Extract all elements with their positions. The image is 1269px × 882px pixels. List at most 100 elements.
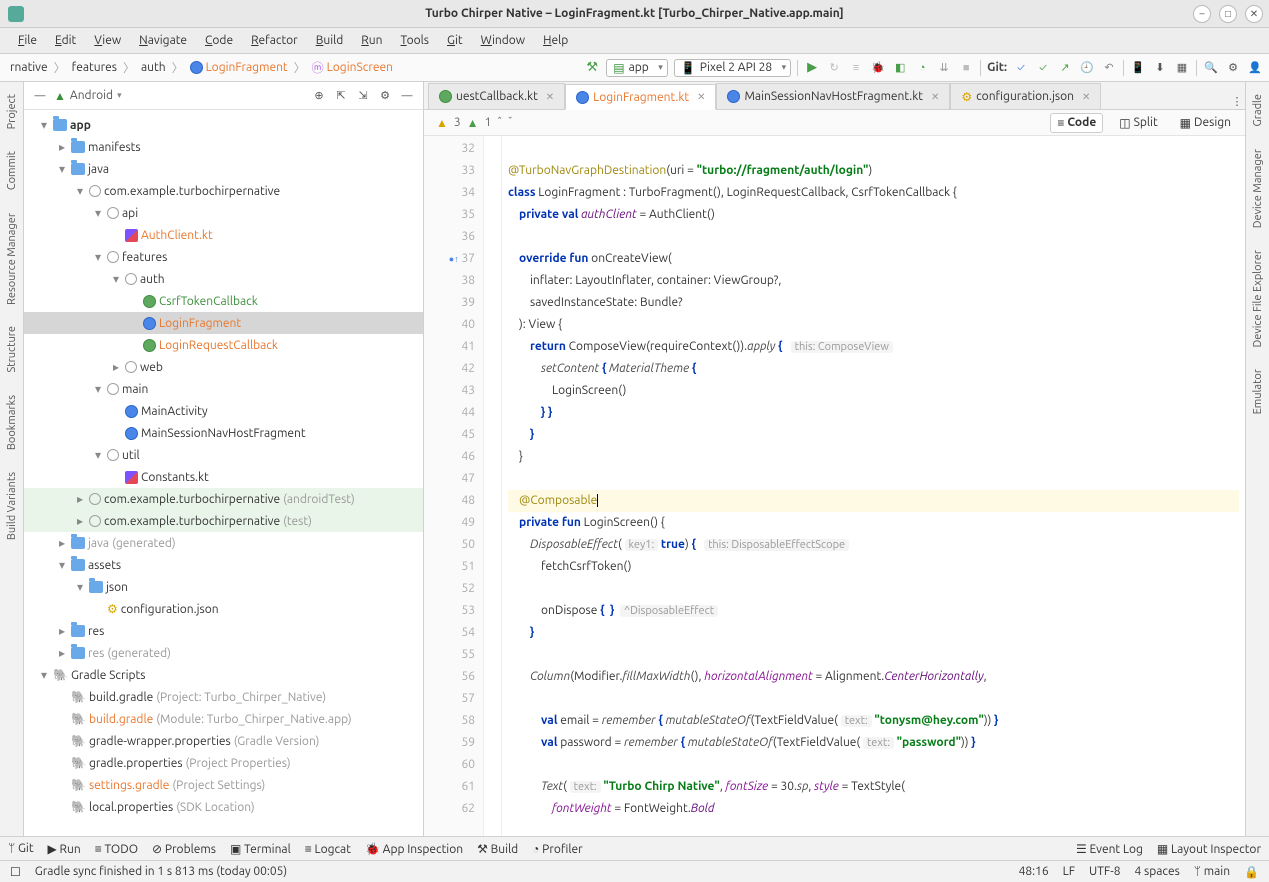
tree-node[interactable]: 🐘 gradle.properties (Project Properties) [24,752,423,774]
attach-debugger-icon[interactable]: ⇊ [936,60,952,76]
tree-node[interactable]: ▾ features [24,246,423,268]
run-config-selector[interactable]: ▤ app [606,59,668,77]
tree-node[interactable]: LoginFragment [24,312,423,334]
tool-resource-manager[interactable]: Resource Manager [6,209,18,309]
vcs-rollback-icon[interactable]: ↶ [1101,60,1117,76]
inspection-widget[interactable]: ▲3 ▲1 ˆ ˇ [436,116,512,130]
menu-view[interactable]: View [86,32,129,49]
tool-profiler[interactable]: ◔ Profiler [532,842,583,856]
menu-edit[interactable]: Edit [47,32,84,49]
debug-icon[interactable]: 🐞 [870,60,886,76]
settings-icon[interactable]: ⚙ [377,88,393,104]
code-editor[interactable]: @TurboNavGraphDestination(uri = "turbo:/… [502,136,1245,836]
indent[interactable]: 4 spaces [1135,865,1180,878]
stop-icon[interactable]: ■ [958,60,974,76]
close-tab-icon[interactable]: ✕ [931,91,939,103]
tool-device-file-explorer[interactable]: Device File Explorer [1252,246,1264,351]
tool-structure[interactable]: Structure [6,322,18,377]
tree-node[interactable]: AuthClient.kt [24,224,423,246]
select-opened-file-icon[interactable]: ⊕ [311,88,327,104]
tree-node[interactable]: ▸ web [24,356,423,378]
breadcrumb-LoginScreen[interactable]: ⓜLoginScreen [308,57,397,78]
tree-node[interactable]: ▸ com.example.turbochirpernative (test) [24,510,423,532]
device-selector[interactable]: 📱 Pixel 2 API 28 [674,59,791,77]
user-icon[interactable]: 👤 [1247,60,1263,76]
sdk-manager-icon[interactable]: ⬇ [1152,60,1168,76]
tree-node[interactable]: 🐘 settings.gradle (Project Settings) [24,774,423,796]
tool-project[interactable]: Project [6,90,18,133]
minimize-button[interactable]: – [1193,5,1211,23]
tree-node[interactable]: 🐘 build.gradle (Module: Turbo_Chirper_Na… [24,708,423,730]
tree-node[interactable]: ▾ app [24,114,423,136]
git-branch[interactable]: ᛘ main [1194,865,1230,878]
profile-icon[interactable]: ◔ [914,60,930,76]
tree-node[interactable]: ▾ assets [24,554,423,576]
down-icon[interactable]: ˇ [508,116,513,129]
split-view-button[interactable]: ◫Split [1113,114,1163,132]
tree-node[interactable]: 🐘 local.properties (SDK Location) [24,796,423,818]
tree-node[interactable]: ▾ util [24,444,423,466]
tab-options-icon[interactable]: ⋮ [1229,93,1245,109]
tree-node[interactable]: MainActivity [24,400,423,422]
tool-todo[interactable]: ≡ TODO [95,842,138,856]
tree-node[interactable]: CsrfTokenCallback [24,290,423,312]
avd-manager-icon[interactable]: 📱 [1130,60,1146,76]
tree-node[interactable]: ⚙ configuration.json [24,598,423,620]
tree-node[interactable]: ▸ manifests [24,136,423,158]
search-everywhere-icon[interactable]: 🔍 [1203,60,1219,76]
close-tab-icon[interactable]: ✕ [546,91,554,103]
close-tab-icon[interactable]: ✕ [1082,91,1090,103]
gutter[interactable]: 3233343536●↑ 373839404142434445464748495… [424,136,484,836]
breadcrumb-features[interactable]: features [68,59,121,76]
menu-tools[interactable]: Tools [393,32,438,49]
tool-device-manager[interactable]: Device Manager [1252,145,1264,232]
editor-tab[interactable]: LoginFragment.kt✕ [565,84,716,110]
breadcrumb-rnative[interactable]: rnative [6,59,52,76]
tree-node[interactable]: 🐘 gradle-wrapper.properties (Gradle Vers… [24,730,423,752]
vcs-history-icon[interactable]: 🕘 [1079,60,1095,76]
fold-strip[interactable] [484,136,502,836]
tree-node[interactable]: ▾ main [24,378,423,400]
code-view-button[interactable]: ≡Code [1050,113,1103,133]
coverage-icon[interactable]: ◧ [892,60,908,76]
maximize-button[interactable]: □ [1219,5,1237,23]
tool-logcat[interactable]: ≡ Logcat [305,842,351,856]
tool-git[interactable]: ᛘ Git [8,842,34,855]
tool-layout-inspector[interactable]: ▦ Layout Inspector [1157,842,1261,856]
resource-manager-icon[interactable]: ▦ [1174,60,1190,76]
design-view-button[interactable]: ▦Design [1174,114,1237,132]
editor-tab[interactable]: MainSessionNavHostFragment.kt✕ [716,83,950,109]
close-button[interactable]: ✕ [1245,5,1263,23]
editor-tab[interactable]: ⚙configuration.json✕ [950,83,1101,109]
breadcrumb-LoginFragment[interactable]: LoginFragment [186,59,292,76]
tree-node[interactable]: LoginRequestCallback [24,334,423,356]
tool-commit[interactable]: Commit [6,147,18,194]
close-tab-icon[interactable]: ✕ [697,91,705,103]
tool-build-variants[interactable]: Build Variants [6,468,18,544]
tree-node[interactable]: ▾ json [24,576,423,598]
info-icon[interactable]: ☐ [10,865,21,879]
tree-node[interactable]: ▸ res (generated) [24,642,423,664]
editor-tab[interactable]: uestCallback.kt✕ [428,83,565,109]
menu-code[interactable]: Code [197,32,241,49]
expand-all-icon[interactable]: ⇱ [333,88,349,104]
vcs-push-icon[interactable]: ↗ [1057,60,1073,76]
tool-gradle[interactable]: Gradle [1252,90,1264,131]
menu-refactor[interactable]: Refactor [243,32,306,49]
breadcrumb-auth[interactable]: auth [137,59,170,76]
tree-node[interactable]: MainSessionNavHostFragment [24,422,423,444]
tool-problems[interactable]: ⊘ Problems [152,842,216,856]
tree-node[interactable]: ▾ java [24,158,423,180]
tool-bookmarks[interactable]: Bookmarks [6,391,18,454]
apply-changes-icon[interactable]: ↻ [826,60,842,76]
minimize-panel-icon[interactable]: — [32,88,48,104]
menu-run[interactable]: Run [353,32,390,49]
tree-node[interactable]: ▾ com.example.turbochirpernative [24,180,423,202]
read-only-icon[interactable]: 🔒 [1244,865,1259,879]
menu-file[interactable]: File [10,32,45,49]
vcs-commit-icon[interactable]: ✓ [1035,60,1051,76]
tool-run[interactable]: ▶ Run [48,842,81,856]
tree-node[interactable]: ▸ com.example.turbochirpernative (androi… [24,488,423,510]
hide-icon[interactable]: — [399,88,415,104]
menu-window[interactable]: Window [473,32,533,49]
